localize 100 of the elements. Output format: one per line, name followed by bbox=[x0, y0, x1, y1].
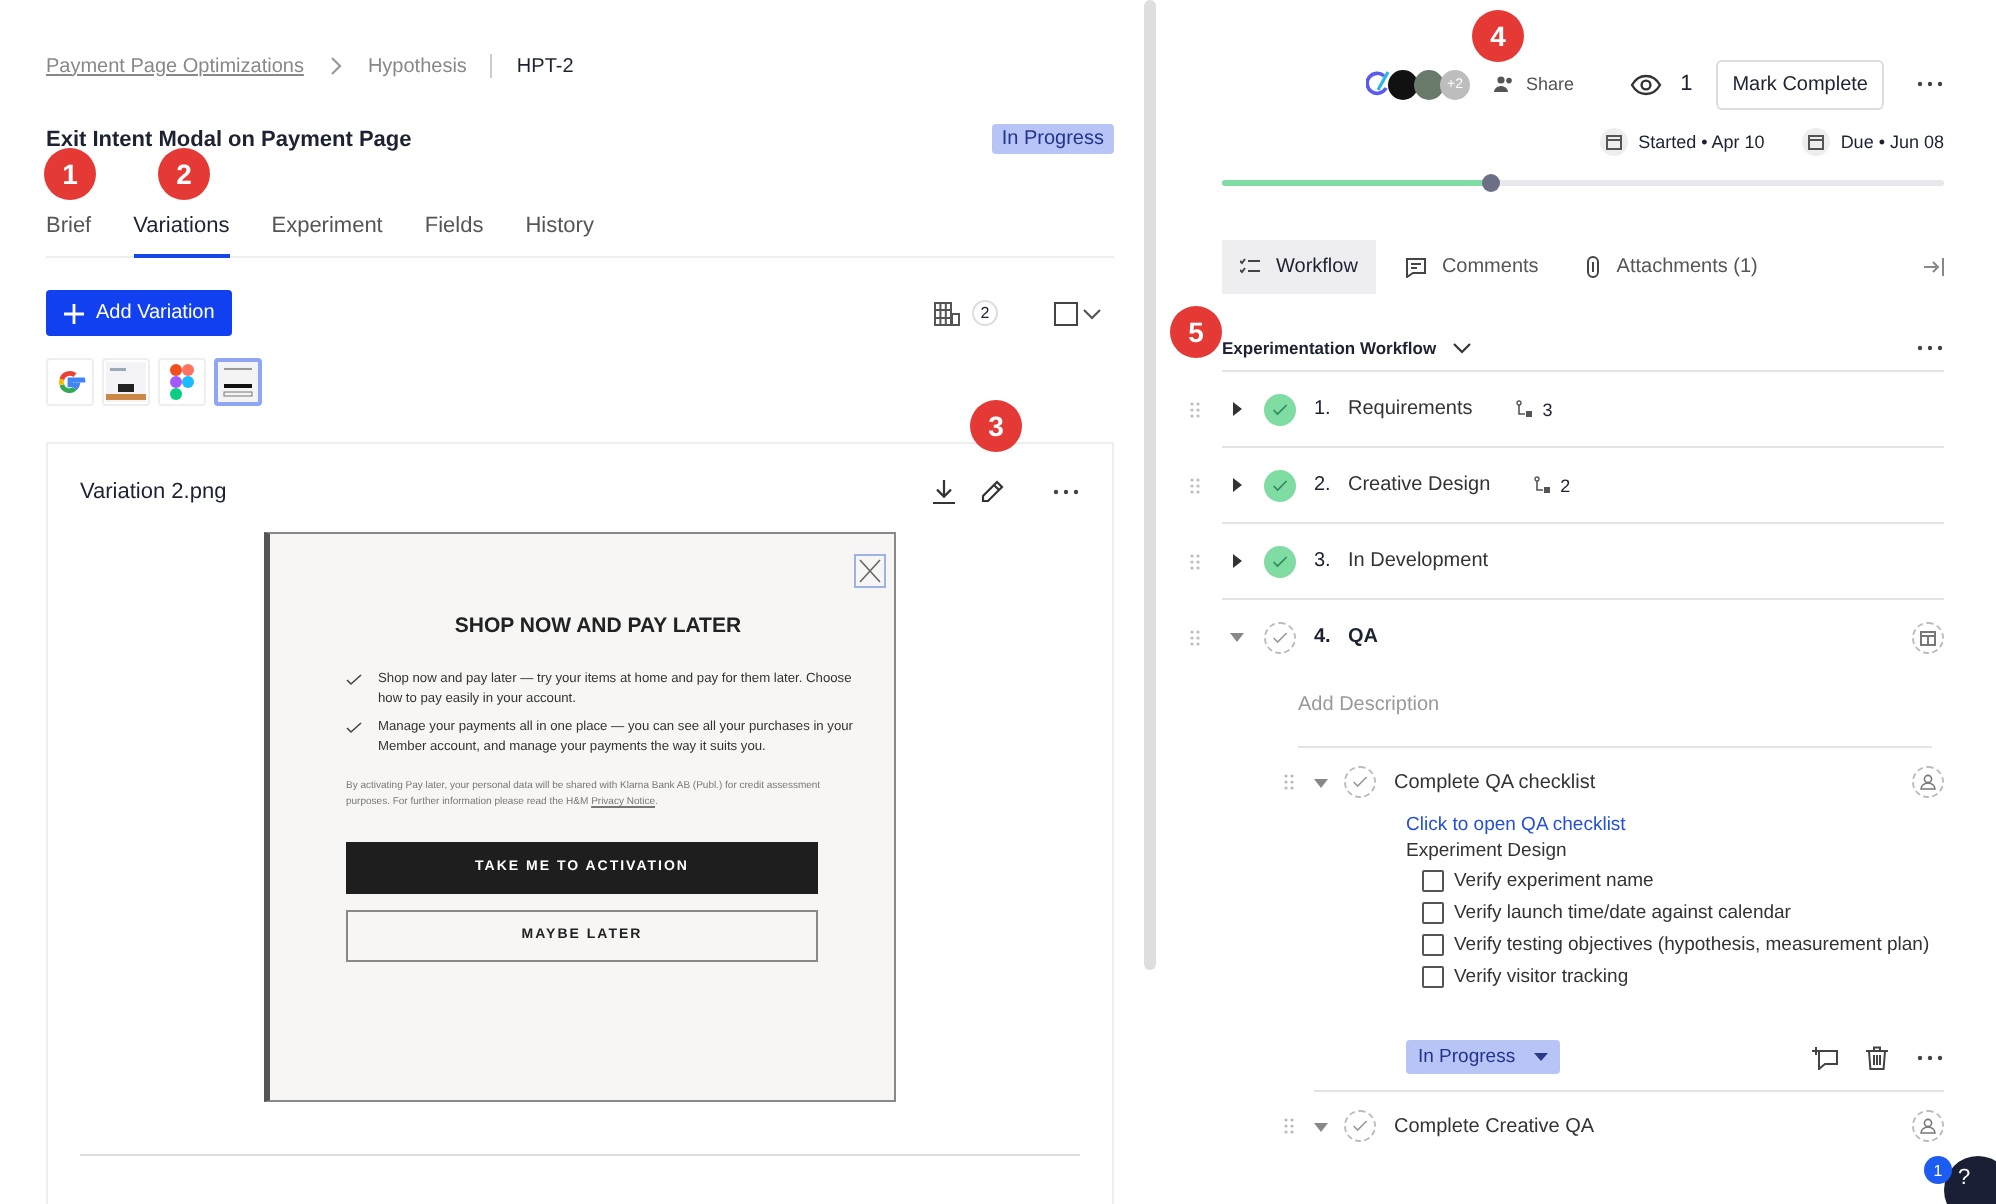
download-icon[interactable] bbox=[932, 480, 956, 504]
scrollbar[interactable] bbox=[1144, 0, 1156, 970]
check-icon bbox=[346, 674, 362, 686]
file-name: Variation 2.png bbox=[80, 480, 227, 504]
share-button[interactable]: Share bbox=[1482, 72, 1587, 96]
more-icon[interactable] bbox=[1916, 1053, 1944, 1061]
annotation-marker: 1 bbox=[44, 148, 96, 200]
panel-tab[interactable]: Attachments (1) bbox=[1568, 240, 1776, 294]
subtask-icon bbox=[1516, 399, 1535, 419]
caret-icon[interactable] bbox=[1230, 402, 1244, 416]
tab[interactable]: Experiment bbox=[271, 214, 383, 258]
logo-icon bbox=[1366, 70, 1391, 98]
eye-icon[interactable] bbox=[1630, 73, 1663, 95]
step-name[interactable]: QA bbox=[1348, 626, 1378, 648]
avatar[interactable] bbox=[1388, 69, 1419, 99]
checklist-item: Verify testing objectives (hypothesis, measurement plan) bbox=[1454, 932, 1930, 958]
caret-down-icon bbox=[1533, 1052, 1548, 1062]
step-number: 4. bbox=[1314, 626, 1333, 648]
checkbox[interactable] bbox=[1422, 902, 1444, 924]
checkbox[interactable] bbox=[1422, 870, 1444, 892]
start-date: Started • Apr 10 bbox=[1638, 132, 1765, 152]
annotation-marker: 4 bbox=[1472, 10, 1524, 62]
step-number: 1. bbox=[1314, 398, 1333, 420]
columns-icon[interactable] bbox=[934, 301, 960, 325]
breadcrumb-item: HPT-2 bbox=[516, 55, 574, 77]
comment-icon bbox=[1405, 257, 1426, 277]
plus-icon bbox=[64, 303, 84, 323]
section-heading: Experiment Design bbox=[1406, 840, 1569, 862]
progress-handle[interactable] bbox=[1481, 174, 1500, 192]
step-name[interactable]: In Development bbox=[1348, 550, 1489, 572]
subtask-icon bbox=[1534, 475, 1553, 495]
drag-handle-icon[interactable] bbox=[1190, 553, 1200, 569]
notification-badge: 1 bbox=[1924, 1156, 1952, 1184]
drag-handle-icon[interactable] bbox=[1190, 629, 1200, 645]
mark-complete-button[interactable]: Mark Complete bbox=[1716, 59, 1884, 109]
annotation-marker: 5 bbox=[1170, 306, 1222, 358]
breadcrumb-item[interactable]: Hypothesis bbox=[367, 55, 467, 77]
workflow-dropdown[interactable]: Experimentation Workflow bbox=[1222, 338, 1473, 358]
caret-icon[interactable] bbox=[1230, 478, 1244, 492]
step-status-icon[interactable] bbox=[1264, 545, 1296, 577]
pencil-icon[interactable] bbox=[980, 480, 1004, 504]
tab[interactable]: Variations bbox=[133, 214, 230, 258]
tab[interactable]: History bbox=[525, 214, 594, 258]
panel-tab[interactable]: Comments bbox=[1387, 240, 1557, 294]
step-number: 2. bbox=[1314, 474, 1333, 496]
checklist-item: Verify visitor tracking bbox=[1454, 964, 1629, 990]
page-title: Exit Intent Modal on Payment Page bbox=[46, 127, 412, 151]
drag-handle-icon[interactable] bbox=[1190, 401, 1200, 417]
tab[interactable]: Fields bbox=[424, 214, 484, 258]
step-name[interactable]: Requirements bbox=[1348, 398, 1473, 420]
more-icon[interactable] bbox=[1916, 80, 1944, 88]
task-name[interactable]: Complete QA checklist bbox=[1394, 771, 1596, 793]
drag-handle-icon[interactable] bbox=[1284, 1118, 1294, 1134]
checklist-item: Verify launch time/date against calendar bbox=[1454, 900, 1791, 926]
task-name[interactable]: Complete Creative QA bbox=[1394, 1115, 1595, 1137]
calendar-icon bbox=[1600, 128, 1629, 156]
checklist-icon bbox=[1240, 258, 1260, 276]
status-badge: In Progress bbox=[991, 124, 1114, 154]
checkbox-dropdown-icon[interactable] bbox=[1054, 301, 1106, 325]
checkbox[interactable] bbox=[1422, 934, 1444, 956]
drag-handle-icon[interactable] bbox=[1284, 774, 1294, 790]
caret-icon[interactable] bbox=[1230, 554, 1244, 568]
assignee-icon[interactable] bbox=[1912, 766, 1944, 798]
paperclip-icon bbox=[1586, 256, 1601, 278]
step-name[interactable]: Creative Design bbox=[1348, 474, 1491, 496]
step-number: 3. bbox=[1314, 550, 1333, 572]
help-button[interactable]: ? bbox=[1944, 1156, 1996, 1204]
status-dropdown[interactable]: In Progress bbox=[1406, 1040, 1560, 1074]
due-date-icon[interactable] bbox=[1912, 621, 1944, 653]
drag-handle-icon[interactable] bbox=[1190, 477, 1200, 493]
qa-checklist-link[interactable]: Click to open QA checklist bbox=[1406, 814, 1944, 836]
subtask-count: 2 bbox=[1560, 475, 1571, 495]
people-icon bbox=[1494, 76, 1515, 92]
more-icon[interactable] bbox=[1052, 488, 1080, 496]
step-status-icon[interactable] bbox=[1264, 469, 1296, 501]
close-icon bbox=[854, 554, 886, 588]
checklist-item: Verify experiment name bbox=[1454, 868, 1654, 894]
variation-thumbnail[interactable] bbox=[214, 358, 262, 406]
assignee-icon[interactable] bbox=[1912, 1110, 1944, 1142]
trash-icon[interactable] bbox=[1866, 1045, 1888, 1069]
check-icon bbox=[346, 722, 362, 734]
subtask-count: 3 bbox=[1542, 399, 1553, 419]
chevron-down-icon bbox=[1452, 342, 1473, 354]
annotation-marker: 3 bbox=[970, 400, 1022, 452]
variation-count: 2 bbox=[972, 300, 998, 326]
chevron-right-icon bbox=[327, 56, 344, 76]
checkbox[interactable] bbox=[1422, 966, 1444, 988]
add-comment-icon[interactable] bbox=[1812, 1045, 1838, 1069]
add-variation-button[interactable]: Add Variation bbox=[46, 290, 233, 336]
modal-heading: SHOP NOW AND PAY LATER bbox=[452, 614, 744, 638]
watcher-count: 1 bbox=[1680, 72, 1693, 96]
breadcrumb-link[interactable]: Payment Page Optimizations bbox=[46, 55, 304, 77]
step-status-icon[interactable] bbox=[1264, 393, 1296, 425]
panel-tab[interactable]: Workflow bbox=[1222, 240, 1376, 294]
more-icon[interactable] bbox=[1916, 344, 1944, 352]
tab[interactable]: Brief bbox=[46, 214, 92, 258]
calendar-icon bbox=[1802, 128, 1831, 156]
collapse-panel-icon[interactable] bbox=[1924, 258, 1944, 276]
due-date: Due • Jun 08 bbox=[1840, 132, 1944, 152]
annotation-marker: 2 bbox=[158, 148, 210, 200]
